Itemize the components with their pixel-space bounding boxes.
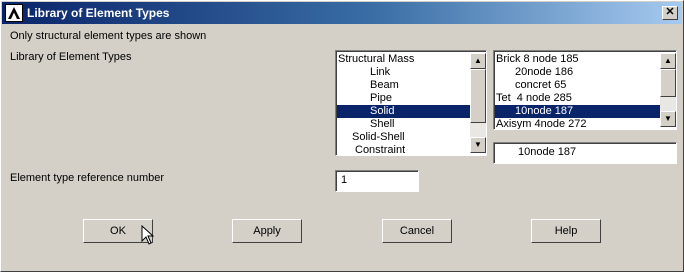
scroll-down-button[interactable]: ▼ [470,137,486,153]
category-item-shell[interactable]: Shell [370,118,394,131]
element-item-axisym4[interactable]: Axisym 4node 272 [496,118,587,129]
category-item-solid[interactable]: Solid [337,105,471,118]
element-item-tet4[interactable]: Tet 4 node 285 [496,92,572,105]
category-item-beam[interactable]: Beam [370,79,399,92]
window-title: Library of Element Types [27,6,170,20]
help-button[interactable]: Help [531,219,601,243]
arrow-down-icon: ▼ [474,140,482,149]
category-item-pipe[interactable]: Pipe [370,92,392,105]
info-text: Only structural element types are shown [10,30,207,42]
cancel-button[interactable]: Cancel [382,219,452,243]
selected-element-display: 10node 187 [493,142,677,164]
scroll-thumb[interactable] [470,69,486,123]
element-item-20node[interactable]: 20node 186 [515,66,573,79]
close-button[interactable]: ✕ [662,6,678,20]
arrow-up-icon: ▲ [474,56,482,65]
scroll-down-button[interactable]: ▼ [660,111,676,127]
arrow-down-icon: ▼ [664,114,672,123]
scroll-up-button[interactable]: ▲ [470,53,486,69]
element-item-10node[interactable]: 10node 187 [495,105,660,118]
category-item-link[interactable]: Link [370,66,390,79]
category-item-solid-shell[interactable]: Solid-Shell [352,131,405,144]
element-type-library-dialog: Library of Element Types ✕ Only structur… [0,0,684,272]
scroll-thumb[interactable] [660,69,676,97]
scroll-up-button[interactable]: ▲ [660,53,676,69]
category-listbox[interactable]: Structural Mass Link Beam Pipe Solid She… [335,50,487,156]
element-type-scrollbar[interactable]: ▲ ▼ [660,53,676,127]
category-scrollbar[interactable]: ▲ ▼ [470,53,486,153]
category-item-constraint[interactable]: Constraint [355,144,405,155]
mouse-cursor-icon [141,225,155,245]
ansys-logo-icon [5,4,23,22]
element-item-concret65[interactable]: concret 65 [515,79,566,92]
apply-button[interactable]: Apply [232,219,302,243]
title-bar[interactable]: Library of Element Types ✕ [2,2,682,24]
arrow-up-icon: ▲ [664,56,672,65]
element-type-listbox[interactable]: Brick 8 node 185 20node 186 concret 65 T… [493,50,677,130]
ref-number-input[interactable]: 1 [335,170,419,192]
element-item-brick8[interactable]: Brick 8 node 185 [496,53,579,66]
close-icon: ✕ [665,6,675,18]
ref-number-label: Element type reference number [10,172,165,184]
library-label: Library of Element Types [10,51,132,63]
category-item-structural-mass[interactable]: Structural Mass [338,53,414,66]
